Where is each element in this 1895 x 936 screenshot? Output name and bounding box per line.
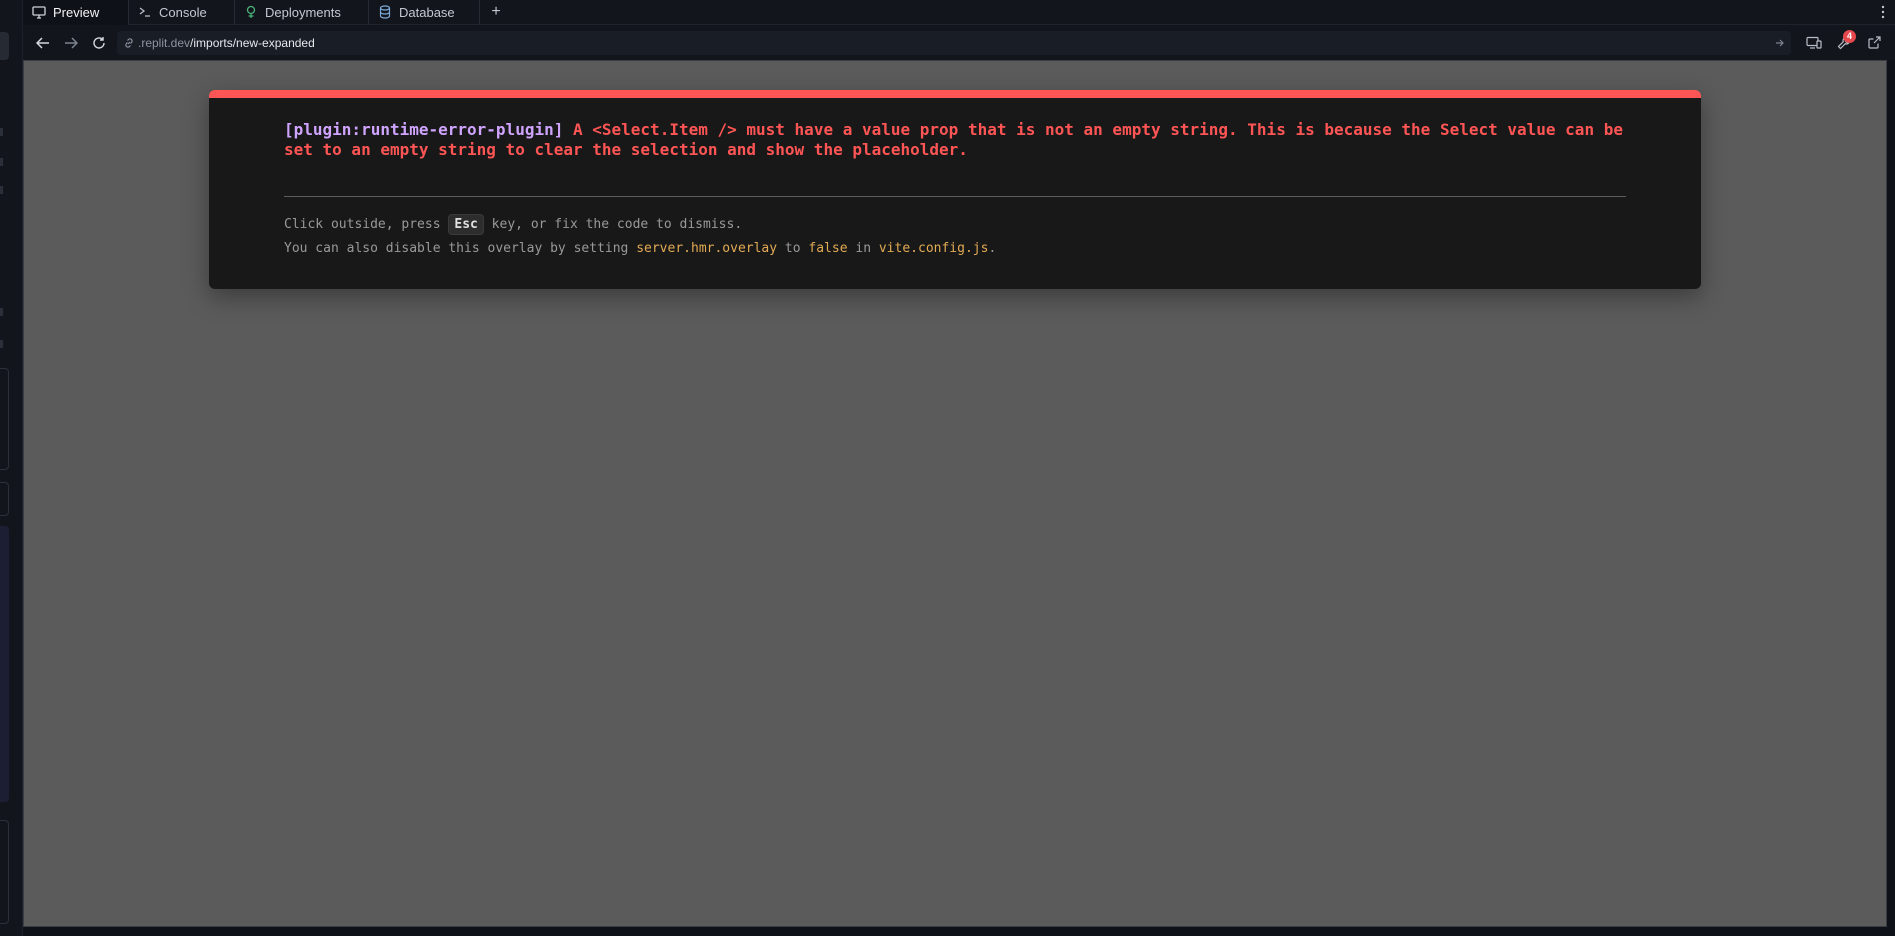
url-path: /imports/new-expanded	[190, 35, 315, 50]
monitor-icon	[31, 4, 47, 20]
error-plugin: [plugin:runtime-error-plugin]	[284, 120, 564, 139]
config-file: vite.config.js	[878, 241, 989, 256]
left-panel-edge	[0, 0, 23, 936]
tip-line-2: You can also disable this overlay by set…	[284, 241, 997, 256]
strip-mark	[0, 158, 3, 166]
address-bar: .replit.dev/imports/new-expanded 4	[23, 25, 1895, 60]
strip-mark	[0, 482, 9, 516]
open-new-tab-button[interactable]	[1859, 29, 1889, 57]
external-link-icon	[1867, 36, 1881, 49]
tab-bar: Preview Console Deployments Database +	[23, 0, 1895, 25]
tab-database[interactable]: Database	[369, 0, 480, 25]
devices-icon	[1806, 36, 1822, 49]
add-tab-button[interactable]: +	[480, 0, 512, 25]
strip-mark	[0, 368, 9, 470]
esc-key: Esc	[448, 214, 484, 235]
arrow-right-icon	[65, 36, 78, 49]
more-options-icon[interactable]	[1871, 0, 1895, 25]
preview-frame[interactable]: [plugin:runtime-error-plugin] A <Select.…	[23, 60, 1887, 927]
tab-label: Preview	[53, 4, 100, 20]
reload-button[interactable]	[85, 29, 113, 57]
tip-line-1: Click outside, press Esc key, or fix the…	[284, 213, 1626, 237]
tab-deployments[interactable]: Deployments	[235, 0, 369, 25]
strip-mark	[0, 32, 9, 60]
tab-label: Database	[399, 4, 455, 20]
strip-mark	[0, 526, 9, 802]
tab-label: Deployments	[265, 4, 341, 20]
terminal-icon	[137, 4, 153, 20]
strip-mark	[0, 820, 9, 924]
url-host: .replit.dev	[138, 35, 191, 50]
address-bar-actions: 4	[1799, 29, 1889, 57]
link-icon	[123, 37, 135, 49]
url-input[interactable]: .replit.dev/imports/new-expanded	[117, 30, 1791, 55]
tab-console[interactable]: Console	[129, 0, 235, 25]
database-icon	[377, 4, 393, 20]
device-preview-button[interactable]	[1799, 29, 1829, 57]
error-count-badge: 4	[1843, 29, 1856, 43]
error-message: [plugin:runtime-error-plugin] A <Select.…	[284, 120, 1626, 160]
deployments-icon	[243, 4, 259, 20]
strip-mark	[0, 340, 3, 348]
config-value: false	[808, 241, 848, 256]
tab-preview[interactable]: Preview	[23, 0, 129, 25]
back-button[interactable]	[29, 29, 57, 57]
arrow-left-icon	[36, 36, 49, 49]
config-key: server.hmr.overlay	[636, 241, 778, 256]
overlay-divider	[284, 196, 1626, 197]
vite-error-overlay[interactable]: [plugin:runtime-error-plugin] A <Select.…	[209, 90, 1701, 289]
strip-mark	[0, 308, 3, 316]
forward-button[interactable]	[57, 29, 85, 57]
reload-icon	[93, 36, 105, 49]
strip-mark	[0, 186, 3, 194]
go-arrow-icon[interactable]	[1775, 38, 1785, 48]
devtools-button[interactable]: 4	[1829, 29, 1859, 57]
strip-mark	[0, 128, 3, 136]
tab-label: Console	[159, 4, 207, 20]
overlay-tip: Click outside, press Esc key, or fix the…	[284, 213, 1626, 261]
